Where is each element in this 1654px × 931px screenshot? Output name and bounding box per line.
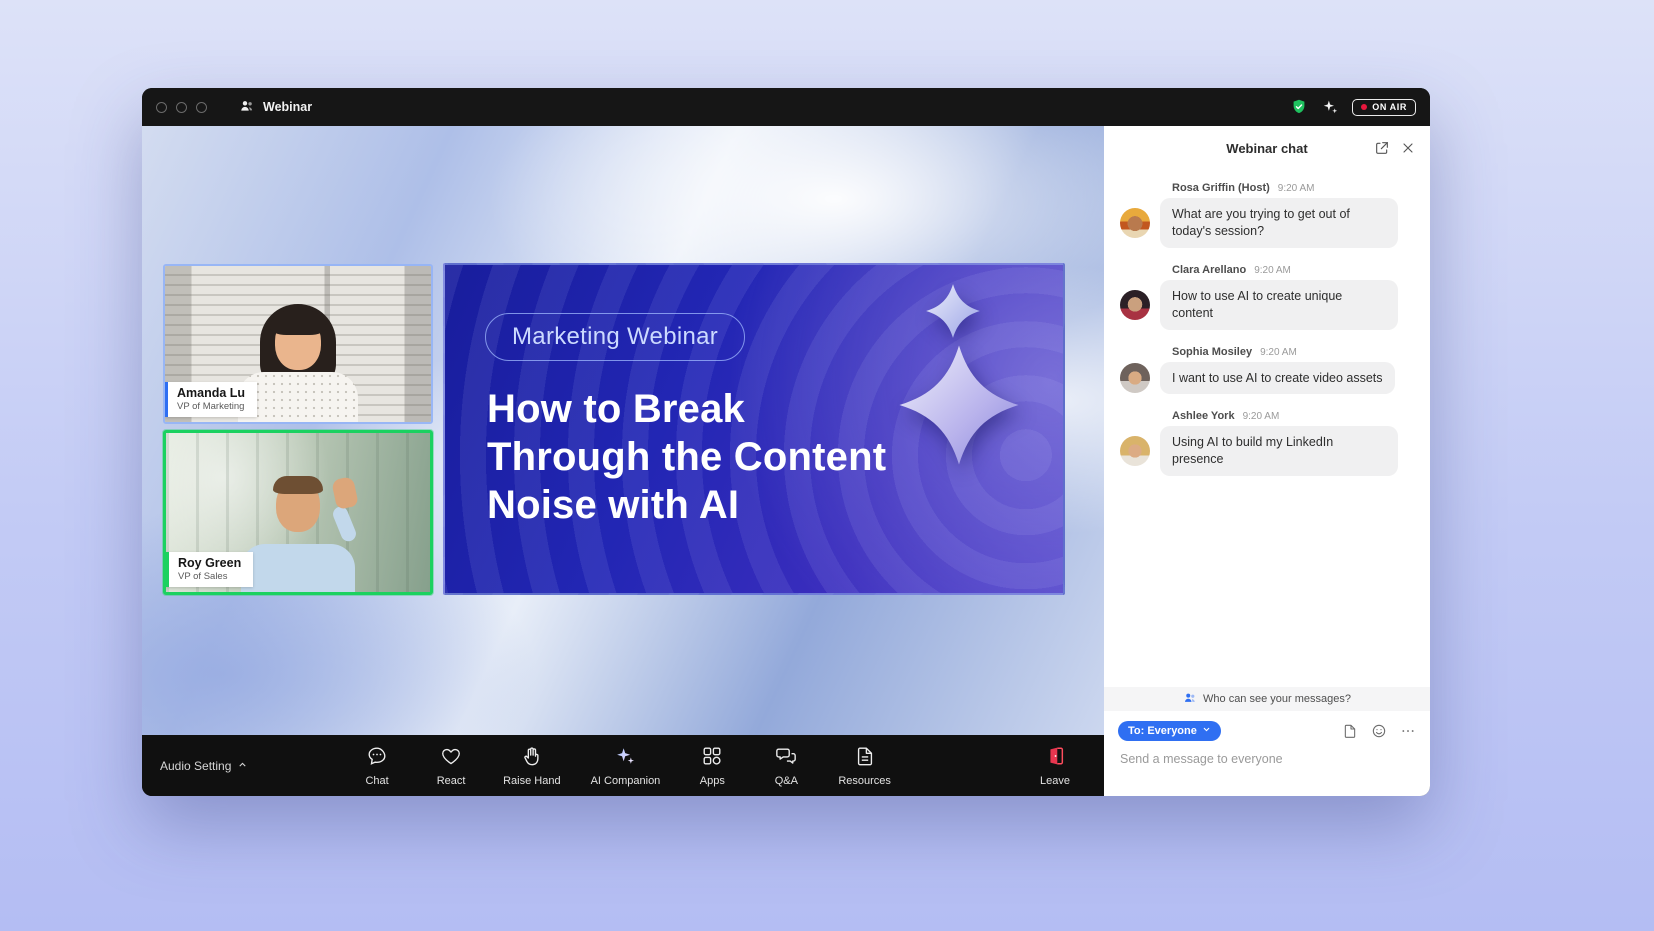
titlebar: Webinar ON AIR <box>142 88 1430 126</box>
message-sender: Clara Arellano <box>1172 264 1246 276</box>
toolbar-chat-button[interactable]: Chat <box>355 745 399 787</box>
on-air-dot-icon <box>1361 104 1367 110</box>
ai-sparkle-icon <box>614 745 636 772</box>
chevron-up-icon <box>237 759 248 773</box>
toolbar-label: Q&A <box>775 775 798 787</box>
message-bubble: How to use AI to create unique content <box>1160 280 1398 330</box>
recipient-selector[interactable]: To: Everyone <box>1118 721 1221 741</box>
message-input[interactable] <box>1118 741 1416 796</box>
chat-message-list: Rosa Griffin (Host) 9:20 AM What are you… <box>1104 170 1430 687</box>
chevron-down-icon <box>1202 725 1211 737</box>
avatar <box>1120 363 1150 393</box>
message-time: 9:20 AM <box>1254 265 1291 276</box>
window-minimize-button[interactable] <box>176 102 187 113</box>
window-controls <box>156 102 207 113</box>
shared-slide: Marketing Webinar How to Break Through t… <box>443 263 1065 595</box>
video-stage: Amanda Lu VP of Marketing Roy Green VP o… <box>142 126 1104 735</box>
message-bubble: I want to use AI to create video assets <box>1160 362 1395 395</box>
chat-message: Clara Arellano 9:20 AM How to use AI to … <box>1120 264 1414 330</box>
toolbar-label: Resources <box>838 775 891 787</box>
window-close-button[interactable] <box>156 102 167 113</box>
apps-icon <box>701 745 723 772</box>
toolbar-label: AI Companion <box>591 775 661 787</box>
encryption-shield-icon[interactable] <box>1290 98 1308 116</box>
chat-composer: To: Everyone <box>1104 711 1430 796</box>
audio-setting-label: Audio Setting <box>160 759 231 773</box>
participant-role: VP of Sales <box>178 571 241 582</box>
pop-out-icon[interactable] <box>1374 140 1390 156</box>
chat-footer: Who can see your messages? To: Everyone <box>1104 687 1430 796</box>
slide-sparkle-shape-small <box>925 283 981 339</box>
resources-document-icon <box>854 745 876 772</box>
people-privacy-icon <box>1183 691 1197 708</box>
toolbar-label: Raise Hand <box>503 775 560 787</box>
privacy-note-link[interactable]: Who can see your messages? <box>1104 687 1430 711</box>
message-bubble: Using AI to build my LinkedIn presence <box>1160 426 1398 476</box>
qa-bubbles-icon <box>775 745 797 772</box>
meeting-toolbar: Audio Setting Chat <box>142 735 1104 796</box>
close-icon[interactable] <box>1400 140 1416 156</box>
privacy-note-text: Who can see your messages? <box>1203 693 1351 705</box>
message-time: 9:20 AM <box>1260 347 1297 358</box>
toolbar-label: React <box>437 775 466 787</box>
avatar <box>1120 208 1150 238</box>
message-time: 9:20 AM <box>1278 183 1315 194</box>
avatar <box>1120 436 1150 466</box>
leave-door-icon <box>1044 745 1066 772</box>
toolbar-label: Apps <box>700 775 725 787</box>
message-sender: Ashlee York <box>1172 410 1235 422</box>
chat-header: Webinar chat <box>1104 126 1430 170</box>
raise-hand-icon <box>521 745 543 772</box>
toolbar-resources-button[interactable]: Resources <box>838 745 891 787</box>
recipient-label: To: Everyone <box>1128 725 1197 737</box>
participant-name: Amanda Lu <box>177 386 245 400</box>
toolbar-ai-companion-button[interactable]: AI Companion <box>591 745 661 787</box>
slide-title: How to Break Through the Content Noise w… <box>487 385 886 529</box>
message-sender: Sophia Mosiley <box>1172 346 1252 358</box>
emoji-icon[interactable] <box>1371 723 1387 739</box>
slide-badge: Marketing Webinar <box>485 313 745 361</box>
audio-setting-button[interactable]: Audio Setting <box>160 759 248 773</box>
name-tag-amanda: Amanda Lu VP of Marketing <box>165 382 257 417</box>
chat-panel-title: Webinar chat <box>1166 141 1368 156</box>
slide-sparkle-shape-big <box>897 343 1021 467</box>
window-title: Webinar <box>263 100 312 114</box>
heart-icon <box>440 745 462 772</box>
participant-name: Roy Green <box>178 556 241 570</box>
message-time: 9:20 AM <box>1243 411 1280 422</box>
leave-label: Leave <box>1040 775 1070 787</box>
attach-file-icon[interactable] <box>1342 723 1358 739</box>
toolbar-qa-button[interactable]: Q&A <box>764 745 808 787</box>
webinar-window: Webinar ON AIR <box>142 88 1430 796</box>
webinar-chat-panel: Webinar chat Rosa Griffin (Host) 9:20 AM <box>1104 126 1430 796</box>
chat-message: Sophia Mosiley 9:20 AM I want to use AI … <box>1120 346 1414 395</box>
message-bubble: What are you trying to get out of today'… <box>1160 198 1398 248</box>
more-options-icon[interactable] <box>1400 723 1416 739</box>
ai-companion-sparkle-icon[interactable] <box>1321 98 1339 116</box>
participant-tile-roy[interactable]: Roy Green VP of Sales <box>163 430 433 595</box>
on-air-label: ON AIR <box>1372 102 1407 112</box>
name-tag-roy: Roy Green VP of Sales <box>166 552 253 587</box>
participant-tile-amanda[interactable]: Amanda Lu VP of Marketing <box>163 264 433 424</box>
toolbar-label: Chat <box>365 775 388 787</box>
toolbar-raise-hand-button[interactable]: Raise Hand <box>503 745 560 787</box>
chat-message: Ashlee York 9:20 AM Using AI to build my… <box>1120 410 1414 476</box>
message-sender: Rosa Griffin (Host) <box>1172 182 1270 194</box>
chat-message: Rosa Griffin (Host) 9:20 AM What are you… <box>1120 182 1414 248</box>
webinar-people-icon <box>239 98 255 117</box>
on-air-badge: ON AIR <box>1352 99 1416 116</box>
leave-button[interactable]: Leave <box>1040 745 1070 787</box>
toolbar-react-button[interactable]: React <box>429 745 473 787</box>
window-zoom-button[interactable] <box>196 102 207 113</box>
toolbar-apps-button[interactable]: Apps <box>690 745 734 787</box>
avatar <box>1120 290 1150 320</box>
window-title-group: Webinar <box>239 98 312 117</box>
participant-role: VP of Marketing <box>177 401 245 412</box>
chat-icon <box>366 745 388 772</box>
